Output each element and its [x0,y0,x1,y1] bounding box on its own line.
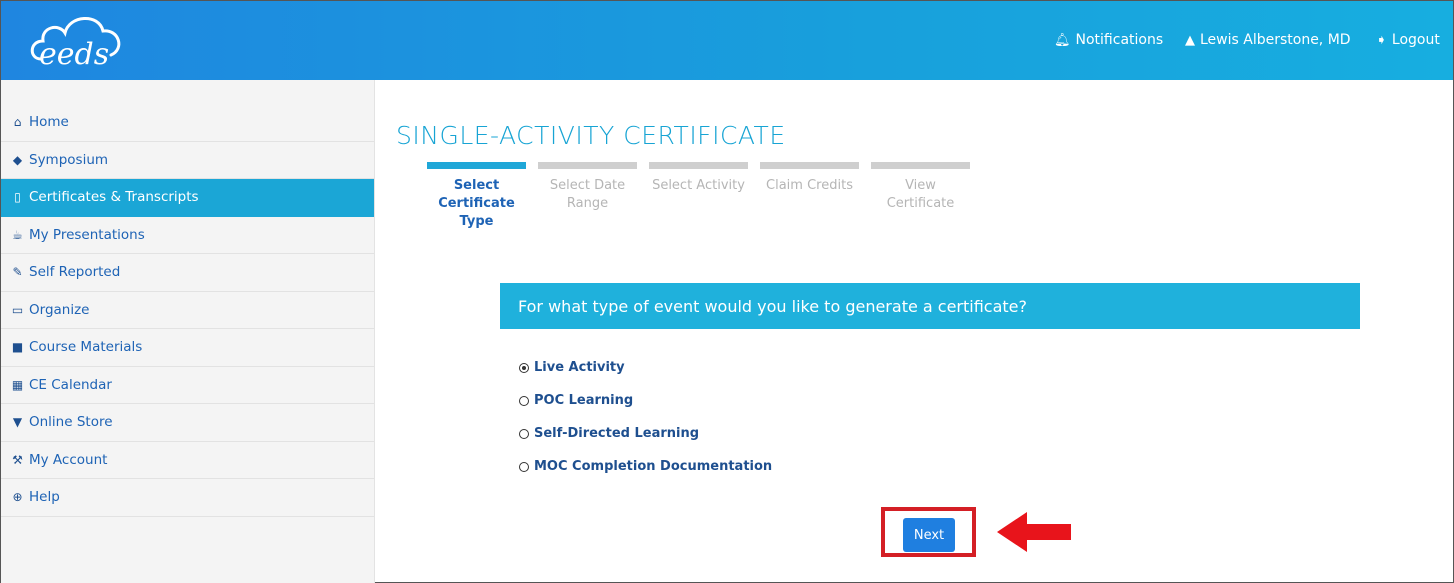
option-label: MOC Completion Documentation [534,459,773,474]
svg-text:eeds: eeds [39,37,109,72]
sidebar-item-label: Home [29,114,69,131]
option-label: POC Learning [534,393,634,408]
sidebar-item-self-reported[interactable]: ✎ Self Reported [1,254,374,292]
question-text: For what type of event would you like to… [518,296,1028,316]
user-name: Lewis Alberstone, MD [1200,32,1351,48]
sidebar-item-organize[interactable]: ▭ Organize [1,292,374,329]
next-button[interactable]: Next [903,518,955,552]
sidebar-item-certificates-transcripts[interactable]: ▯ Certificates & Transcripts [1,179,374,217]
sidebar-item-label: Course Materials [29,339,143,356]
step-select-date-range: Select Date Range [538,162,637,213]
step-progress-bar [538,162,637,169]
page-title: SINGLE-ACTIVITY CERTIFICATE [396,121,786,150]
sign-out-icon: ➧ [1376,32,1387,48]
eeds-logo[interactable]: eeds [27,9,127,73]
sidebar-item-symposium[interactable]: ◆ Symposium [1,142,374,179]
sidebar-item-label: Self Reported [29,264,121,281]
sidebar-item-ce-calendar[interactable]: ▦ CE Calendar [1,367,374,404]
step-label: View Certificate [886,178,955,211]
sidebar-item-label: Online Store [29,414,113,431]
life-ring-icon: ⊕ [12,490,23,505]
sidebar-item-online-store[interactable]: ▼ Online Store [1,404,374,442]
sidebar-item-label: Symposium [29,151,109,168]
bell-icon: 🔔︎ [1054,32,1071,48]
sidebar-item-help[interactable]: ⊕ Help [1,479,374,517]
sidebar: ⌂ Home ◆ Symposium ▯ Certificates & Tran… [1,80,375,583]
sidebar-item-my-presentations[interactable]: ☕ My Presentations [1,217,374,254]
logout-link[interactable]: ➧ Logout [1376,32,1440,48]
option-live-activity[interactable]: Live Activity [519,351,772,384]
trophy-icon: ☕ [12,227,23,242]
graduation-cap-icon: ◆ [12,152,23,167]
wrench-icon: ⚒ [12,452,23,467]
sidebar-item-label: Organize [29,301,90,318]
red-arrow-icon [997,512,1071,552]
radio-button[interactable] [519,461,529,472]
archive-icon: ■ [11,340,24,355]
file-icon: ▯ [14,190,21,205]
radio-button-selected[interactable] [519,362,529,373]
user-profile-link[interactable]: ▲ Lewis Alberstone, MD [1185,32,1351,48]
event-type-options: Live Activity POC Learning Self-Directed… [519,351,772,483]
sidebar-item-my-account[interactable]: ⚒ My Account [1,442,374,479]
step-view-certificate: View Certificate [871,162,970,213]
top-header: eeds 🔔︎ Notifications ▲ Lewis Alberstone… [1,1,1453,80]
calendar-icon: ▦ [11,377,24,392]
step-progress-bar [427,162,526,169]
sidebar-item-label: CE Calendar [29,376,112,393]
radio-button[interactable] [519,395,529,406]
sidebar-item-label: My Presentations [29,226,145,243]
step-claim-credits: Claim Credits [760,162,859,195]
step-progress-bar [871,162,970,169]
home-icon: ⌂ [13,115,22,130]
step-progress-bar [760,162,859,169]
notifications-label: Notifications [1075,32,1164,48]
option-moc-completion-documentation[interactable]: MOC Completion Documentation [519,450,772,483]
step-select-activity: Select Activity [649,162,748,195]
option-self-directed-learning[interactable]: Self-Directed Learning [519,417,772,450]
step-label: Select Date Range [549,178,626,211]
notifications-link[interactable]: 🔔︎ Notifications [1054,32,1163,48]
sidebar-item-label: My Account [29,451,108,468]
radio-button[interactable] [519,428,529,439]
option-label: Live Activity [534,360,625,375]
step-label: Select Activity [652,178,745,193]
step-label: Claim Credits [766,178,853,193]
shopping-cart-icon: ▼ [12,415,23,430]
sidebar-item-label: Certificates & Transcripts [29,189,199,206]
question-banner: For what type of event would you like to… [500,283,1360,329]
sidebar-item-home[interactable]: ⌂ Home [1,104,374,142]
option-label: Self-Directed Learning [534,426,700,441]
sidebar-item-course-materials[interactable]: ■ Course Materials [1,329,374,367]
user-icon: ▲ [1185,32,1195,48]
sidebar-item-label: Help [29,489,60,506]
step-select-certificate-type: Select Certificate Type [427,162,526,231]
logout-label: Logout [1391,32,1440,48]
step-label: Select Certificate Type [438,178,515,229]
option-poc-learning[interactable]: POC Learning [519,384,772,417]
edit-icon: ✎ [12,265,23,280]
step-progress-bar [649,162,748,169]
folder-open-icon: ▭ [11,302,24,317]
